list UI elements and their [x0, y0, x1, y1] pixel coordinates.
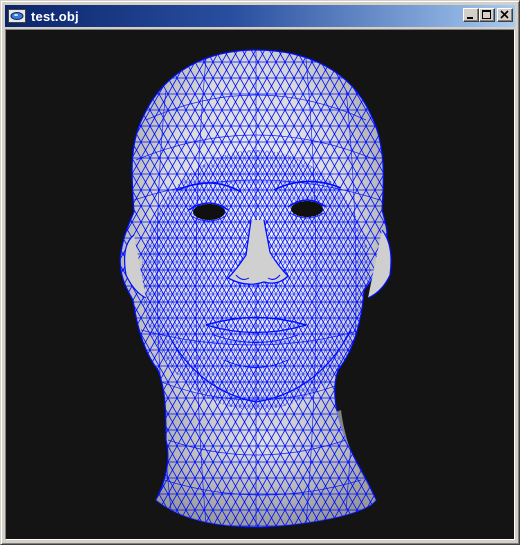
maximize-button[interactable] [479, 8, 495, 22]
opengl-viewport[interactable] [5, 29, 515, 540]
title-bar[interactable]: test.obj [5, 5, 515, 27]
close-icon [500, 10, 509, 19]
window-title: test.obj [31, 8, 79, 24]
maximize-icon [482, 10, 491, 19]
minimize-icon [467, 17, 473, 19]
caption-buttons [463, 8, 513, 22]
minimize-button[interactable] [463, 8, 479, 22]
close-button[interactable] [497, 8, 513, 22]
wireframe-head-mesh [119, 49, 392, 528]
app-icon[interactable] [8, 9, 26, 23]
application-window: test.obj [0, 0, 520, 545]
